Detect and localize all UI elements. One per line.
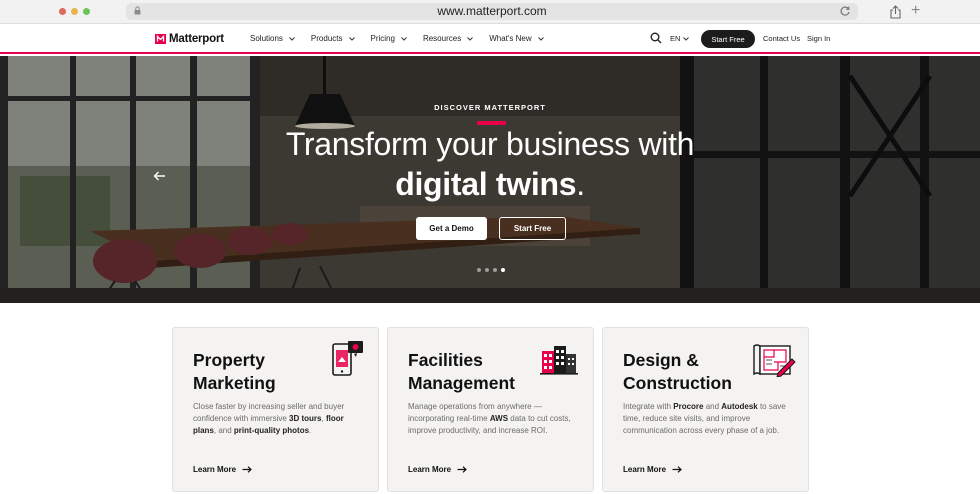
get-a-demo-button[interactable]: Get a Demo	[416, 217, 487, 240]
blueprint-pencil-icon	[753, 344, 796, 377]
learn-more-link[interactable]: Learn More	[408, 465, 468, 474]
card-description: Integrate with Procore and Autodesk to s…	[623, 401, 795, 437]
logo-text: Matterport	[169, 33, 224, 45]
reload-icon[interactable]	[839, 5, 851, 17]
description-text: .	[309, 426, 312, 435]
card-description: Manage operations from anywhere — incorp…	[408, 401, 580, 437]
chevron-down-icon	[467, 36, 474, 41]
sign-in-link[interactable]: Sign In	[807, 34, 830, 43]
minimize-window-button[interactable]	[71, 8, 78, 15]
card-design-construction[interactable]: Design & Construction Integrate with Pro…	[602, 327, 809, 492]
menu-label: Resources	[422, 34, 462, 43]
menu-label: Products	[310, 34, 343, 43]
matterport-mark-icon	[155, 34, 166, 44]
carousel-dot-4[interactable]	[501, 268, 505, 272]
card-title: Design & Construction	[623, 350, 732, 393]
facilities-building-icon	[540, 346, 578, 375]
maximize-window-button[interactable]	[83, 8, 90, 15]
menu-item-products[interactable]: Products	[311, 34, 355, 43]
hero-headline-line1: Transform your business with	[285, 126, 695, 162]
card-title: Property Marketing	[193, 350, 276, 393]
menu-item-resources[interactable]: Resources	[422, 34, 474, 43]
matterport-logo[interactable]: Matterport	[155, 33, 224, 45]
learn-more-label: Learn More	[408, 465, 452, 474]
chevron-down-icon	[401, 36, 407, 41]
arrow-right-icon	[242, 466, 253, 473]
chevron-down-icon	[537, 36, 544, 41]
menu-item-pricing[interactable]: Pricing	[371, 34, 407, 43]
menu-item-solutions[interactable]: Solutions	[250, 34, 295, 43]
search-icon[interactable]	[650, 32, 662, 44]
description-emphasis: Procore	[673, 402, 704, 411]
carousel-dot-1[interactable]	[477, 268, 481, 272]
window-controls	[59, 8, 90, 15]
language-selector[interactable]: EN	[670, 34, 690, 43]
learn-more-link[interactable]: Learn More	[193, 465, 253, 474]
card-title: Facilities Management	[408, 350, 515, 393]
hero-eyebrow: DISCOVER MATTERPORT	[434, 103, 546, 112]
contact-us-link[interactable]: Contact Us	[763, 34, 800, 43]
address-bar[interactable]: www.matterport.com	[126, 3, 858, 20]
description-text: and	[703, 402, 722, 411]
browser-toolbar: www.matterport.com +	[0, 0, 980, 24]
carousel-pagination	[477, 268, 505, 272]
carousel-dot-3[interactable]	[493, 268, 497, 272]
chevron-down-icon	[683, 36, 690, 41]
property-marketing-icon	[332, 341, 363, 376]
start-free-button[interactable]: Start Free	[701, 30, 755, 48]
learn-more-label: Learn More	[623, 465, 667, 474]
description-emphasis: Autodesk	[721, 402, 758, 411]
carousel-dot-2[interactable]	[485, 268, 489, 272]
description-text: , and	[213, 426, 234, 435]
description-emphasis: print-quality photos	[233, 426, 310, 435]
hero-banner: DISCOVER MATTERPORT Transform your busin…	[0, 56, 980, 303]
share-icon[interactable]	[889, 5, 902, 19]
card-property-marketing[interactable]: Property Marketing Close faster by incre…	[172, 327, 379, 492]
learn-more-label: Learn More	[193, 465, 237, 474]
menu-label: Pricing	[370, 34, 395, 43]
site-header: Matterport Solutions Products Pricing Re…	[0, 24, 980, 54]
main-menu: Solutions Products Pricing Resources Wha…	[250, 34, 560, 43]
menu-label: What's New	[489, 34, 532, 43]
url-text: www.matterport.com	[437, 4, 547, 18]
description-text: Integrate with	[623, 402, 674, 411]
new-tab-icon[interactable]: +	[911, 2, 920, 20]
arrow-right-icon	[672, 466, 683, 473]
menu-item-whats-new[interactable]: What's New	[489, 34, 544, 43]
description-emphasis: AWS	[489, 414, 509, 423]
hero-headline-end: .	[576, 166, 585, 202]
chevron-down-icon	[348, 36, 355, 41]
close-window-button[interactable]	[59, 8, 66, 15]
language-label: EN	[670, 34, 681, 43]
card-description: Close faster by increasing seller and bu…	[193, 401, 365, 437]
hero-headline-line2: digital twins.	[0, 166, 980, 203]
learn-more-link[interactable]: Learn More	[623, 465, 683, 474]
arrow-right-icon	[457, 466, 468, 473]
hero-headline-bold: digital twins	[395, 166, 577, 202]
hero-start-free-button[interactable]: Start Free	[499, 217, 566, 240]
chevron-down-icon	[289, 36, 295, 41]
menu-label: Solutions	[250, 34, 283, 43]
arrow-left-icon[interactable]	[153, 171, 166, 181]
card-facilities-management[interactable]: Facilities Management Manage operations …	[387, 327, 594, 492]
accent-bar	[477, 121, 506, 125]
description-emphasis: 3D tours	[289, 414, 322, 423]
